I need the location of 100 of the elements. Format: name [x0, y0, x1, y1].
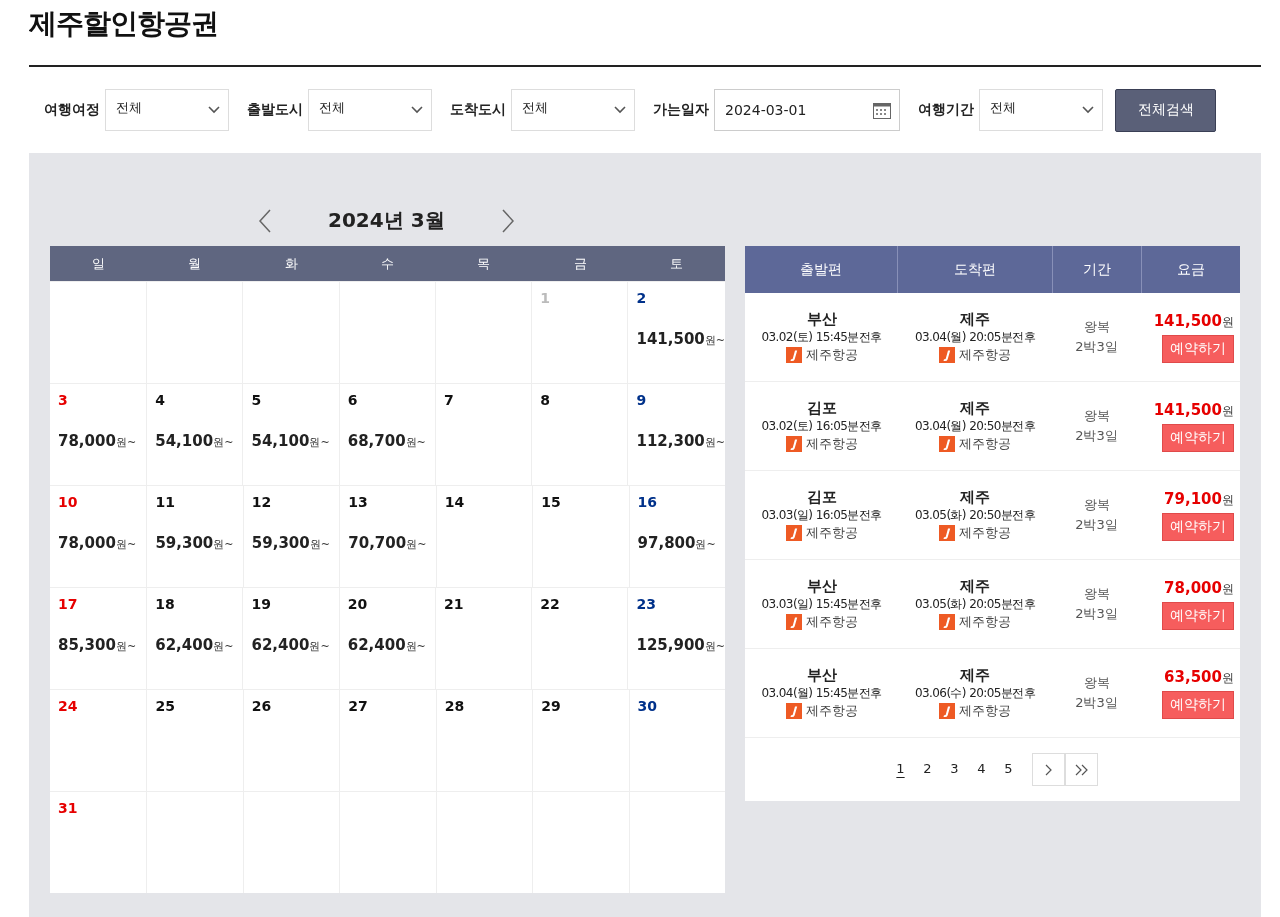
trip-duration: 2박3일 — [1075, 694, 1118, 712]
day-number[interactable]: 27 — [348, 698, 436, 714]
column-header: 출발편 — [799, 259, 844, 279]
chevron-right-icon[interactable] — [500, 208, 515, 233]
day-number[interactable]: 24 — [58, 698, 147, 714]
trip-duration: 2박3일 — [1075, 427, 1118, 445]
lowest-fare[interactable]: 141,500원~ — [636, 330, 725, 348]
lowest-fare[interactable]: 54,100원~ — [251, 432, 339, 450]
page-title: 제주할인항공권 — [29, 6, 219, 42]
search-button[interactable]: 전체검색 — [1115, 88, 1216, 132]
date-field[interactable]: 2024-03-01 — [714, 89, 900, 131]
day-number[interactable]: 16 — [637, 494, 725, 510]
day-number[interactable]: 6 — [347, 392, 435, 408]
lowest-fare[interactable]: 70,700원~ — [348, 534, 436, 552]
day-number[interactable]: 20 — [347, 596, 435, 612]
trip-type: 왕복 — [1083, 674, 1110, 692]
fare-price: 79,100원 — [1164, 489, 1234, 509]
day-number[interactable]: 28 — [444, 698, 533, 714]
dropdown-field[interactable]: 전체 — [308, 89, 432, 131]
dropdown-field[interactable]: 전체 — [105, 89, 229, 131]
day-number[interactable]: 14 — [444, 494, 533, 510]
departure-time: 03.02(토) 16:05분전후 — [761, 418, 882, 435]
day-number[interactable]: 29 — [541, 698, 629, 714]
day-number[interactable]: 2 — [636, 290, 725, 306]
day-number[interactable]: 17 — [58, 596, 147, 612]
page-link[interactable]: 1 — [887, 761, 914, 778]
airline-logo-icon — [785, 614, 802, 630]
day-number[interactable]: 11 — [155, 494, 243, 510]
page-link[interactable]: 4 — [968, 761, 995, 778]
day-number[interactable]: 25 — [155, 698, 243, 714]
arrival-city: 제주 — [960, 488, 990, 507]
lowest-fare[interactable]: 68,700원~ — [347, 432, 435, 450]
day-number[interactable]: 7 — [443, 392, 532, 408]
airline-logo-icon — [785, 703, 802, 719]
departure-time: 03.03(일) 15:45분전후 — [761, 596, 882, 613]
day-number[interactable]: 31 — [58, 800, 147, 816]
page-link[interactable]: 2 — [914, 761, 941, 778]
lowest-fare[interactable]: 54,100원~ — [155, 432, 243, 450]
airline-logo-icon — [939, 525, 955, 541]
day-number[interactable]: 4 — [155, 392, 243, 408]
chevron-left-icon[interactable] — [258, 208, 272, 233]
page-link[interactable]: 5 — [995, 761, 1022, 778]
departure-time: 03.02(토) 15:45분전후 — [761, 329, 882, 346]
trip-duration: 2박3일 — [1075, 605, 1118, 623]
chevron-down-icon — [1082, 106, 1094, 114]
day-number[interactable]: 8 — [540, 392, 628, 408]
airline-name: 제주항공 — [959, 702, 1011, 720]
dropdown-field[interactable]: 전체 — [511, 89, 635, 131]
lowest-fare[interactable]: 97,800원~ — [637, 534, 725, 552]
departure-city: 부산 — [806, 666, 837, 685]
airline-name: 제주항공 — [805, 702, 858, 720]
arrival-time: 03.04(월) 20:50분전후 — [915, 418, 1035, 435]
day-number[interactable]: 30 — [637, 698, 725, 714]
day-number[interactable]: 3 — [58, 392, 147, 408]
lowest-fare[interactable]: 62,400원~ — [155, 636, 243, 654]
departure-time: 03.04(월) 15:45분전후 — [761, 685, 882, 702]
airline-name: 제주항공 — [805, 524, 858, 542]
day-number[interactable]: 18 — [155, 596, 243, 612]
double-chevron-right-icon — [1074, 763, 1089, 776]
day-number[interactable]: 13 — [348, 494, 436, 510]
departure-city: 김포 — [806, 399, 837, 418]
day-number[interactable]: 12 — [251, 494, 340, 510]
day-number[interactable]: 21 — [443, 596, 532, 612]
airline-logo-icon — [939, 436, 955, 452]
lowest-fare[interactable]: 59,300원~ — [251, 534, 340, 552]
chevron-right-icon — [1044, 763, 1053, 776]
day-number[interactable]: 19 — [251, 596, 339, 612]
weekday-header: 토 — [669, 254, 685, 273]
lowest-fare[interactable]: 62,400원~ — [251, 636, 339, 654]
dropdown-field[interactable]: 전체 — [979, 89, 1103, 131]
day-number[interactable]: 26 — [251, 698, 340, 714]
arrival-city: 제주 — [960, 310, 990, 329]
weekday-header: 수 — [380, 254, 395, 273]
day-number[interactable]: 5 — [251, 392, 339, 408]
airline-name: 제주항공 — [805, 613, 858, 631]
weekday-header: 화 — [283, 254, 299, 273]
lowest-fare[interactable]: 62,400원~ — [347, 636, 435, 654]
lowest-fare[interactable]: 78,000원~ — [58, 534, 147, 552]
column-header: 요금 — [1141, 246, 1240, 293]
lowest-fare[interactable]: 85,300원~ — [58, 636, 147, 654]
departure-time: 03.03(일) 16:05분전후 — [761, 507, 882, 524]
day-number[interactable]: 22 — [540, 596, 628, 612]
day-number[interactable]: 9 — [636, 392, 725, 408]
page-link[interactable]: 3 — [941, 761, 968, 778]
day-number[interactable]: 10 — [58, 494, 147, 510]
airline-logo-icon — [785, 525, 802, 541]
filter-label: 여행기간 — [918, 101, 974, 119]
airline-logo-icon — [939, 347, 955, 363]
airline-logo-icon — [785, 436, 802, 452]
chevron-down-icon — [411, 106, 423, 114]
lowest-fare[interactable]: 59,300원~ — [155, 534, 243, 552]
lowest-fare[interactable]: 78,000원~ — [58, 432, 147, 450]
chevron-down-icon — [208, 106, 220, 114]
calendar-icon — [873, 101, 891, 119]
day-number[interactable]: 15 — [541, 494, 629, 510]
day-number[interactable]: 23 — [636, 596, 725, 612]
arrival-city: 제주 — [960, 399, 990, 418]
lowest-fare[interactable]: 112,300원~ — [636, 432, 725, 450]
fare-price: 141,500원 — [1153, 311, 1234, 331]
lowest-fare[interactable]: 125,900원~ — [636, 636, 725, 654]
